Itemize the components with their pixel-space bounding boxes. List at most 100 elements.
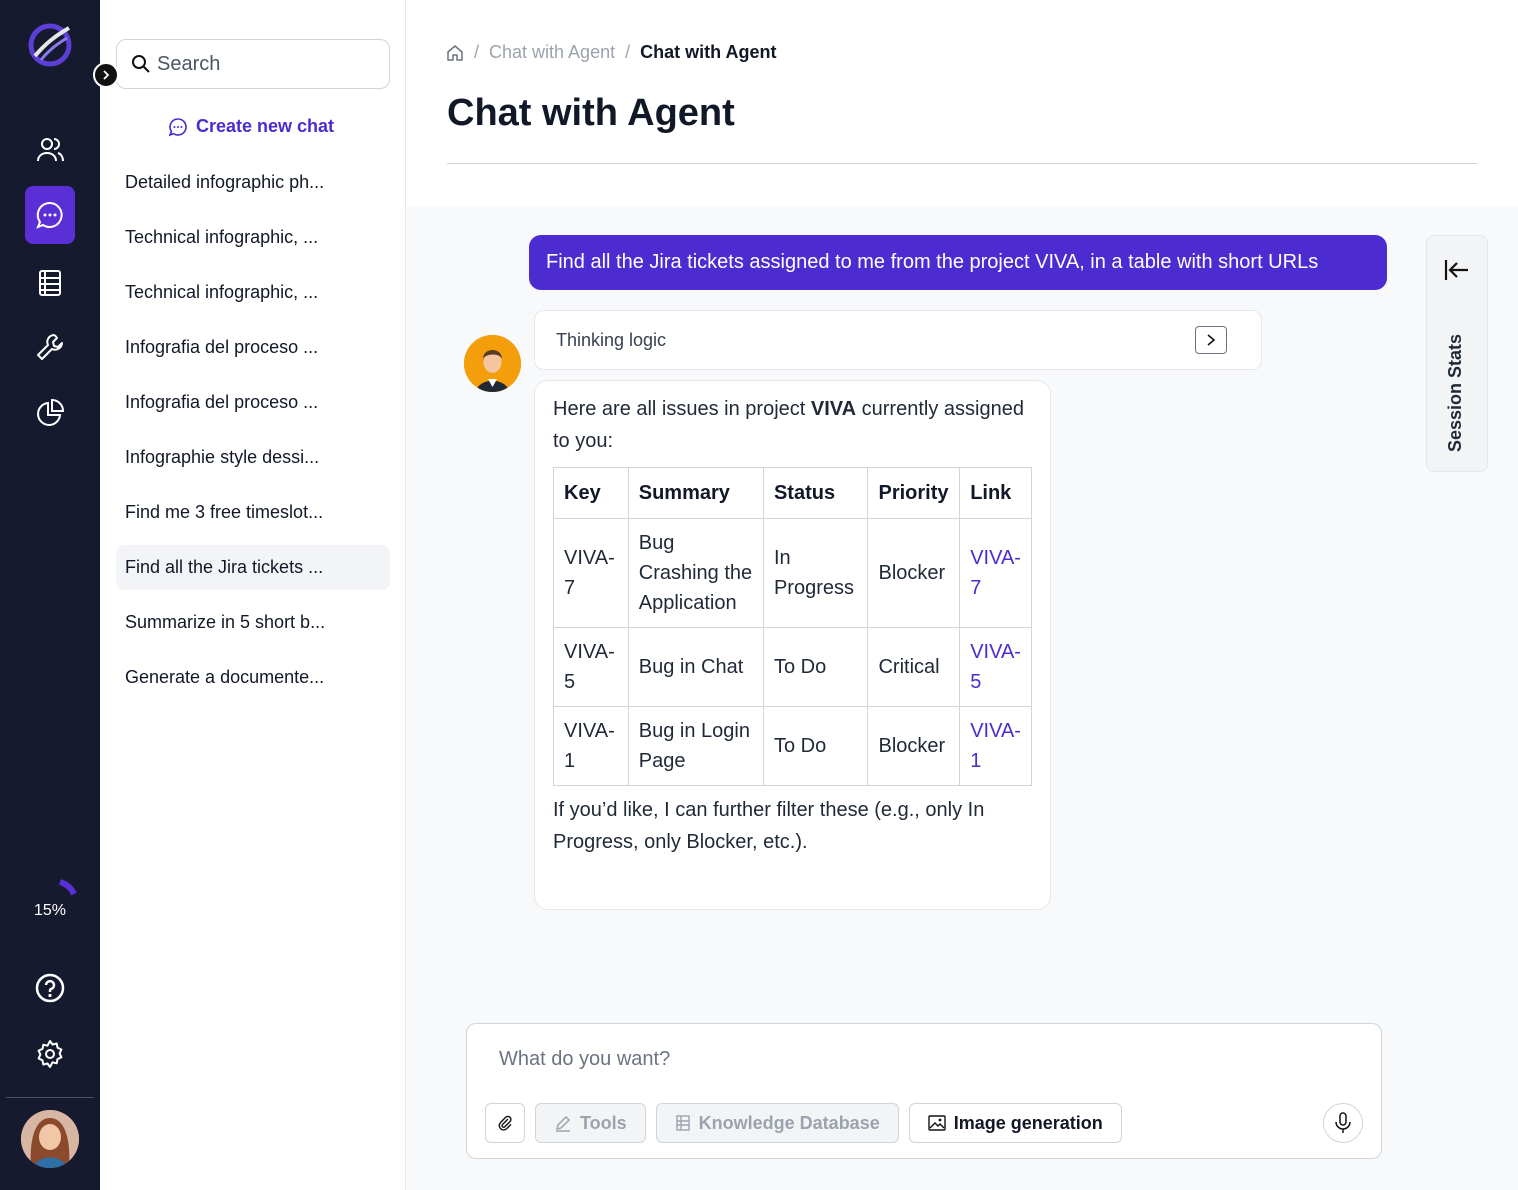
tools-button[interactable]: Tools [535, 1103, 646, 1143]
issue-key: VIVA-5 [553, 627, 629, 707]
issue-status: To Do [762, 627, 869, 707]
issue-priority: Critical [867, 627, 961, 707]
chat-bubble-icon [168, 117, 187, 136]
user-avatar[interactable] [21, 1110, 79, 1168]
chat-list-item[interactable]: Infografia del proceso ... [116, 325, 390, 370]
issue-link[interactable]: VIVA-5 [970, 641, 1021, 693]
chat-list-item[interactable]: Summarize in 5 short b... [116, 600, 390, 645]
column-header: Summary [627, 467, 764, 519]
chevron-right-icon [103, 70, 110, 80]
home-icon[interactable] [446, 44, 464, 62]
breadcrumb-parent[interactable]: Chat with Agent [489, 42, 615, 63]
usage-arc-icon [58, 879, 77, 896]
breadcrumb: / Chat with Agent / Chat with Agent [446, 42, 776, 63]
issues-table: Key Summary Status Priority Link VIVA-7 … [553, 467, 1032, 786]
app-rail: 15% [0, 0, 100, 1190]
knowledge-database-label: Knowledge Database [698, 1112, 880, 1133]
issue-priority: Blocker [867, 706, 961, 786]
database-icon [675, 1115, 690, 1131]
page-header: / Chat with Agent / Chat with Agent Chat… [406, 0, 1518, 206]
tools-label: Tools [580, 1112, 627, 1133]
pie-chart-icon [37, 398, 65, 426]
nav-documents[interactable] [25, 254, 75, 312]
wrench-icon [37, 334, 63, 360]
composer-toolbar: Tools Knowledge Database Image generatio… [485, 1103, 1122, 1143]
chevron-right-icon [1207, 334, 1216, 346]
thinking-logic-panel[interactable]: Thinking logic [534, 310, 1262, 370]
create-new-chat-button[interactable]: Create new chat [168, 116, 334, 137]
breadcrumb-separator: / [625, 42, 631, 62]
main-content: / Chat with Agent / Chat with Agent Chat… [406, 0, 1518, 1190]
rail-divider [6, 1097, 94, 1098]
message-input[interactable] [499, 1048, 1299, 1082]
nav-analytics[interactable] [25, 384, 75, 442]
issue-summary: Bug in Chat [627, 627, 764, 707]
reply-outro: If you’d like, I can further filter thes… [553, 799, 985, 853]
chat-list: Detailed infographic ph... Technical inf… [116, 160, 390, 710]
collapse-sidebar-button[interactable] [93, 62, 119, 88]
column-header: Link [959, 467, 1032, 519]
issue-status: To Do [762, 706, 869, 786]
table-row: VIVA-1 Bug in Login Page To Do Blocker V… [553, 706, 1032, 786]
column-header: Status [762, 467, 869, 519]
search-input[interactable] [157, 52, 377, 76]
chat-list-item[interactable]: Infografia del proceso ... [116, 380, 390, 425]
thinking-logic-label: Thinking logic [556, 329, 667, 350]
usage-percent: 15% [33, 902, 67, 919]
usage-indicator: 15% [20, 878, 80, 920]
microphone-icon [1335, 1112, 1351, 1133]
column-header: Priority [867, 467, 961, 519]
reply-intro: Here are all issues in project VIVA curr… [553, 398, 1024, 452]
agent-message: Here are all issues in project VIVA curr… [534, 380, 1051, 910]
nav-chat[interactable] [25, 186, 75, 244]
image-generation-button[interactable]: Image generation [908, 1103, 1122, 1143]
collapse-left-icon[interactable] [1443, 258, 1471, 282]
issue-summary: Bug in Login Page [627, 706, 764, 786]
table-row: VIVA-7 Bug Crashing the Application In P… [553, 518, 1032, 628]
issue-status: In Progress [762, 518, 869, 628]
chat-bubble-icon [36, 201, 63, 229]
message-composer: Tools Knowledge Database Image generatio… [466, 1023, 1382, 1159]
chat-list-item[interactable]: Find me 3 free timeslot... [116, 490, 390, 535]
page-title: Chat with Agent [447, 92, 735, 134]
gear-icon [37, 1040, 63, 1068]
chat-list-item[interactable]: Infographie style dessi... [116, 435, 390, 480]
users-icon [37, 138, 64, 162]
attach-button[interactable] [485, 1103, 525, 1143]
app-logo[interactable] [27, 22, 73, 68]
issue-summary: Bug Crashing the Application [627, 518, 764, 628]
paperclip-icon [498, 1115, 512, 1131]
nav-tools[interactable] [25, 318, 75, 376]
header-divider [447, 163, 1477, 164]
issue-key: VIVA-7 [553, 518, 629, 628]
chat-list-item[interactable]: Technical infographic, ... [116, 270, 390, 315]
column-header: Key [553, 467, 629, 519]
image-generation-label: Image generation [953, 1112, 1103, 1133]
issue-link[interactable]: VIVA-7 [970, 547, 1021, 599]
nav-users[interactable] [25, 121, 75, 179]
table-row: VIVA-5 Bug in Chat To Do Critical VIVA-5 [553, 627, 1032, 707]
session-stats-label: Session Stats [1445, 333, 1465, 452]
voice-input-button[interactable] [1323, 1103, 1363, 1143]
help-button[interactable] [25, 959, 75, 1017]
image-icon [928, 1115, 946, 1131]
breadcrumb-separator: / [474, 42, 480, 62]
chat-list-item-active[interactable]: Find all the Jira tickets ... [116, 545, 390, 590]
knowledge-database-button[interactable]: Knowledge Database [655, 1103, 899, 1143]
agent-avatar [464, 335, 521, 392]
search-icon [132, 55, 150, 73]
chat-list-item[interactable]: Generate a documente... [116, 655, 390, 700]
issue-key: VIVA-1 [553, 706, 629, 786]
settings-button[interactable] [25, 1025, 75, 1083]
pencil-icon [555, 1115, 571, 1132]
issue-link[interactable]: VIVA-1 [970, 720, 1021, 772]
help-icon [35, 973, 65, 1003]
table-header-row: Key Summary Status Priority Link [553, 467, 1032, 519]
chat-list-item[interactable]: Technical infographic, ... [116, 215, 390, 260]
chat-list-item[interactable]: Detailed infographic ph... [116, 160, 390, 205]
expand-thinking-button[interactable] [1195, 326, 1227, 354]
chat-history-panel: Create new chat Detailed infographic ph.… [100, 0, 406, 1190]
create-new-chat-label: Create new chat [196, 116, 335, 136]
session-stats-panel[interactable]: Session Stats [1426, 235, 1488, 472]
user-message: Find all the Jira tickets assigned to me… [529, 235, 1387, 290]
